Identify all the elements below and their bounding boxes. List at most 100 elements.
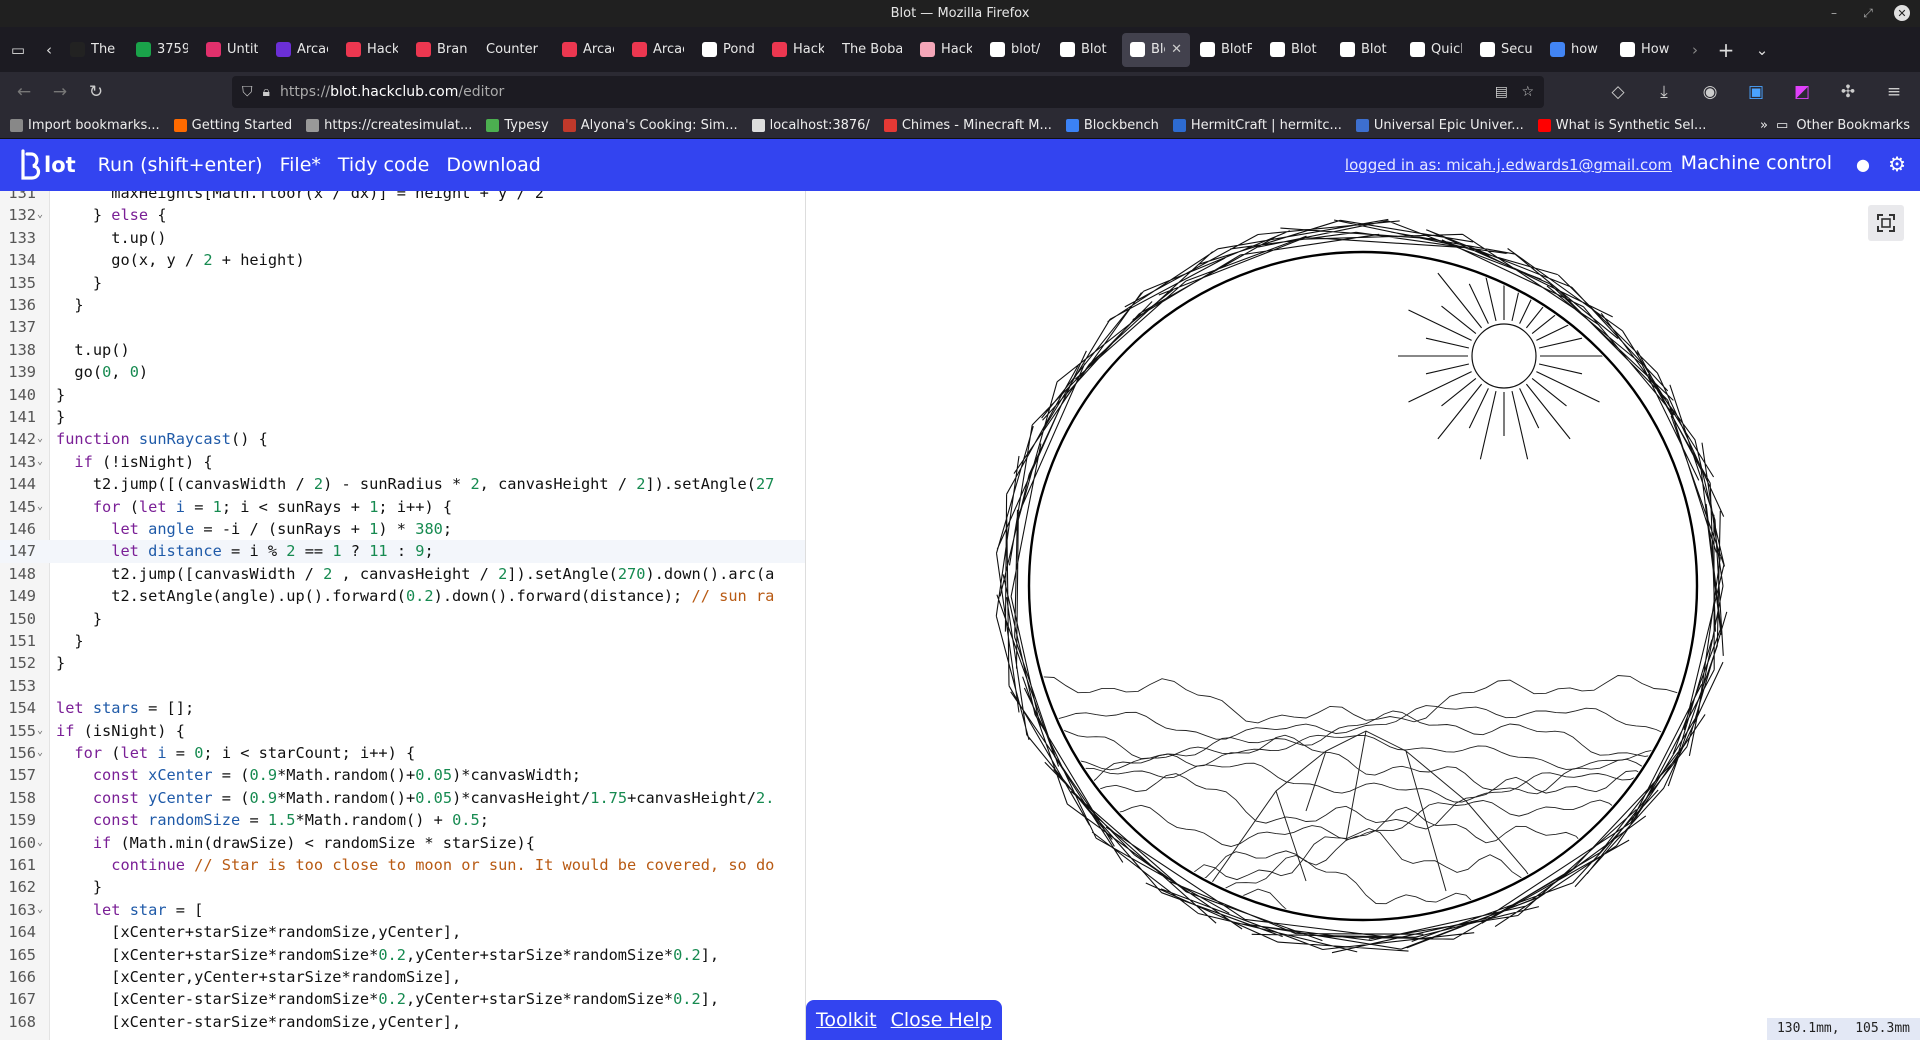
bookmark-item[interactable]: Universal Epic Univer... xyxy=(1355,118,1524,133)
browser-tab[interactable]: Hack xyxy=(338,33,406,67)
extension-icon[interactable]: ▣ xyxy=(1738,77,1774,107)
code-line[interactable]: 165 [xCenter+starSize*randomSize*0.2,yCe… xyxy=(0,944,805,966)
pocket-icon[interactable]: ◇ xyxy=(1600,77,1636,107)
browser-tab[interactable]: Arcac xyxy=(268,33,336,67)
browser-tab[interactable]: Arcac xyxy=(554,33,622,67)
code-line[interactable]: 152} xyxy=(0,652,805,674)
browser-tab[interactable]: Blot xyxy=(1052,33,1120,67)
machine-control-button[interactable]: Machine control xyxy=(1681,152,1832,174)
bookmarks-overflow-icon[interactable]: » xyxy=(1760,118,1768,133)
code-line[interactable]: 143 ⌄ if (!isNight) { xyxy=(0,451,805,473)
bookmark-item[interactable]: https://createsimulat... xyxy=(306,118,472,133)
login-status-link[interactable]: logged in as: micah.j.edwards1@gmail.com xyxy=(1345,156,1672,174)
tabs-scroll-right-icon[interactable]: › xyxy=(1682,33,1708,67)
code-line[interactable]: 147 let distance = i % 2 == 1 ? 11 : 9; xyxy=(0,540,805,563)
download-button[interactable]: Download xyxy=(446,154,540,176)
code-line[interactable]: 158 const yCenter = (0.9*Math.random()+0… xyxy=(0,787,805,809)
code-line[interactable]: 139 go(0, 0) xyxy=(0,361,805,383)
code-line[interactable]: 150 } xyxy=(0,608,805,630)
close-help-link[interactable]: Close Help xyxy=(891,1009,992,1031)
code-line[interactable]: 131 maxHeights[Math.floor(x / dx)] = hei… xyxy=(0,191,805,204)
code-line[interactable]: 145 ⌄ for (let i = 1; i < sunRays + 1; i+… xyxy=(0,496,805,518)
tab-overflow-icon[interactable]: ⌄ xyxy=(1744,33,1780,67)
close-window-icon[interactable]: ✕ xyxy=(1894,5,1910,21)
code-line[interactable]: 154 let stars = []; xyxy=(0,697,805,719)
other-bookmarks[interactable]: » ▭ Other Bookmarks xyxy=(1760,118,1910,133)
code-line[interactable]: 137 xyxy=(0,316,805,338)
tabs-scroll-left-icon[interactable]: ‹ xyxy=(36,33,62,67)
browser-tab[interactable]: Quick xyxy=(1402,33,1470,67)
fold-icon[interactable]: ⌄ xyxy=(37,428,43,450)
bookmark-item[interactable]: localhost:3876/ xyxy=(751,118,870,133)
browser-tab[interactable]: Arcac xyxy=(624,33,692,67)
url-bar[interactable]: ⛉ 🔒︎ https://blot.hackclub.com/editor ▤ … xyxy=(232,76,1544,108)
code-line[interactable]: 159 const randomSize = 1.5*Math.random()… xyxy=(0,809,805,831)
browser-tab[interactable]: 3759 xyxy=(128,33,196,67)
extensions-icon[interactable]: ✣ xyxy=(1830,77,1866,107)
code-line[interactable]: 141} xyxy=(0,406,805,428)
code-line[interactable]: 132 ⌄ } else { xyxy=(0,204,805,226)
code-line[interactable]: 163 ⌄ let star = [ xyxy=(0,899,805,921)
bookmark-item[interactable]: Import bookmarks... xyxy=(10,118,160,133)
bookmark-item[interactable]: Blockbench xyxy=(1065,118,1159,133)
code-line[interactable]: 155 ⌄ if (isNight) { xyxy=(0,720,805,742)
toolkit-link[interactable]: Toolkit xyxy=(816,1009,877,1031)
account-icon[interactable]: ◉ xyxy=(1692,77,1728,107)
code-line[interactable]: 133 t.up() xyxy=(0,227,805,249)
back-icon[interactable]: ← xyxy=(6,77,42,107)
code-line[interactable]: 167 [xCenter-starSize*randomSize*0.2,yCe… xyxy=(0,988,805,1010)
bookmark-item[interactable]: Chimes - Minecraft M... xyxy=(883,118,1052,133)
drawing-viewer[interactable]: Toolkit Close Help 130.1mm, 105.3mm xyxy=(806,191,1920,1040)
code-line[interactable]: 148 t2.jump([canvasWidth / 2 , canvasHei… xyxy=(0,563,805,585)
code-line[interactable]: 157 const xCenter = (0.9*Math.random()+0… xyxy=(0,764,805,786)
new-tab-icon[interactable]: + xyxy=(1708,33,1744,67)
code-line[interactable]: 162 } xyxy=(0,876,805,898)
browser-tab[interactable]: blot/ xyxy=(982,33,1050,67)
fit-to-view-icon[interactable] xyxy=(1868,205,1904,241)
fold-icon[interactable]: ⌄ xyxy=(37,204,43,226)
code-line[interactable]: 149 t2.setAngle(angle).up().forward(0.2)… xyxy=(0,585,805,607)
run-button[interactable]: Run (shift+enter) xyxy=(98,154,263,176)
menu-icon[interactable]: ≡ xyxy=(1876,77,1912,107)
github-icon[interactable]: ● xyxy=(1856,155,1870,174)
browser-tab[interactable]: Hack xyxy=(764,33,832,67)
browser-tab[interactable]: How xyxy=(1612,33,1680,67)
shield-icon[interactable]: ⛉ xyxy=(242,84,253,100)
code-line[interactable]: 134 go(x, y / 2 + height) xyxy=(0,249,805,271)
code-line[interactable]: 168 [xCenter-starSize*randomSize,yCenter… xyxy=(0,1011,805,1033)
fold-icon[interactable]: ⌄ xyxy=(37,832,43,854)
fold-icon[interactable]: ⌄ xyxy=(37,899,43,921)
browser-tab[interactable]: Untit xyxy=(198,33,266,67)
color-picker-extension-icon[interactable]: ◩ xyxy=(1784,77,1820,107)
browser-tab[interactable]: The Boba xyxy=(834,33,910,67)
code-line[interactable]: 153 xyxy=(0,675,805,697)
code-line[interactable]: 166 [xCenter,yCenter+starSize*randomSize… xyxy=(0,966,805,988)
bookmark-item[interactable]: HermitCraft | hermitc... xyxy=(1172,118,1342,133)
close-tab-icon[interactable]: ✕ xyxy=(1171,42,1182,57)
code-line[interactable]: 164 [xCenter+starSize*randomSize,yCenter… xyxy=(0,921,805,943)
browser-tab[interactable]: Hack xyxy=(912,33,980,67)
code-line[interactable]: 135 } xyxy=(0,272,805,294)
code-line[interactable]: 144 t2.jump([(canvasWidth / 2) - sunRadi… xyxy=(0,473,805,495)
code-editor[interactable]: 131 maxHeights[Math.floor(x / dx)] = hei… xyxy=(0,191,805,1040)
browser-tab[interactable]: The B xyxy=(62,33,126,67)
maximize-icon[interactable]: ⤢ xyxy=(1860,5,1876,21)
bookmark-item[interactable]: Alyona's Cooking: Sim... xyxy=(562,118,738,133)
lock-icon[interactable]: 🔒︎ xyxy=(263,84,270,100)
bookmark-item[interactable]: Getting Started xyxy=(173,118,292,133)
reload-icon[interactable]: ↻ xyxy=(78,77,114,107)
forward-icon[interactable]: → xyxy=(42,77,78,107)
fold-icon[interactable]: ⌄ xyxy=(37,720,43,742)
code-line[interactable]: 138 t.up() xyxy=(0,339,805,361)
tab-list-icon[interactable]: ▭ xyxy=(0,33,36,67)
browser-tab[interactable]: Branc xyxy=(408,33,476,67)
browser-tab[interactable]: Secu xyxy=(1472,33,1540,67)
browser-tab[interactable]: BlotP xyxy=(1192,33,1260,67)
blot-logo[interactable]: lot xyxy=(18,148,76,182)
browser-tab[interactable]: Counter xyxy=(478,33,552,67)
browser-tab[interactable]: Blot xyxy=(1262,33,1330,67)
drawing-canvas[interactable] xyxy=(806,191,1920,1040)
code-line[interactable]: 136 } xyxy=(0,294,805,316)
browser-tab[interactable]: Pond xyxy=(694,33,762,67)
fold-icon[interactable]: ⌄ xyxy=(37,451,43,473)
